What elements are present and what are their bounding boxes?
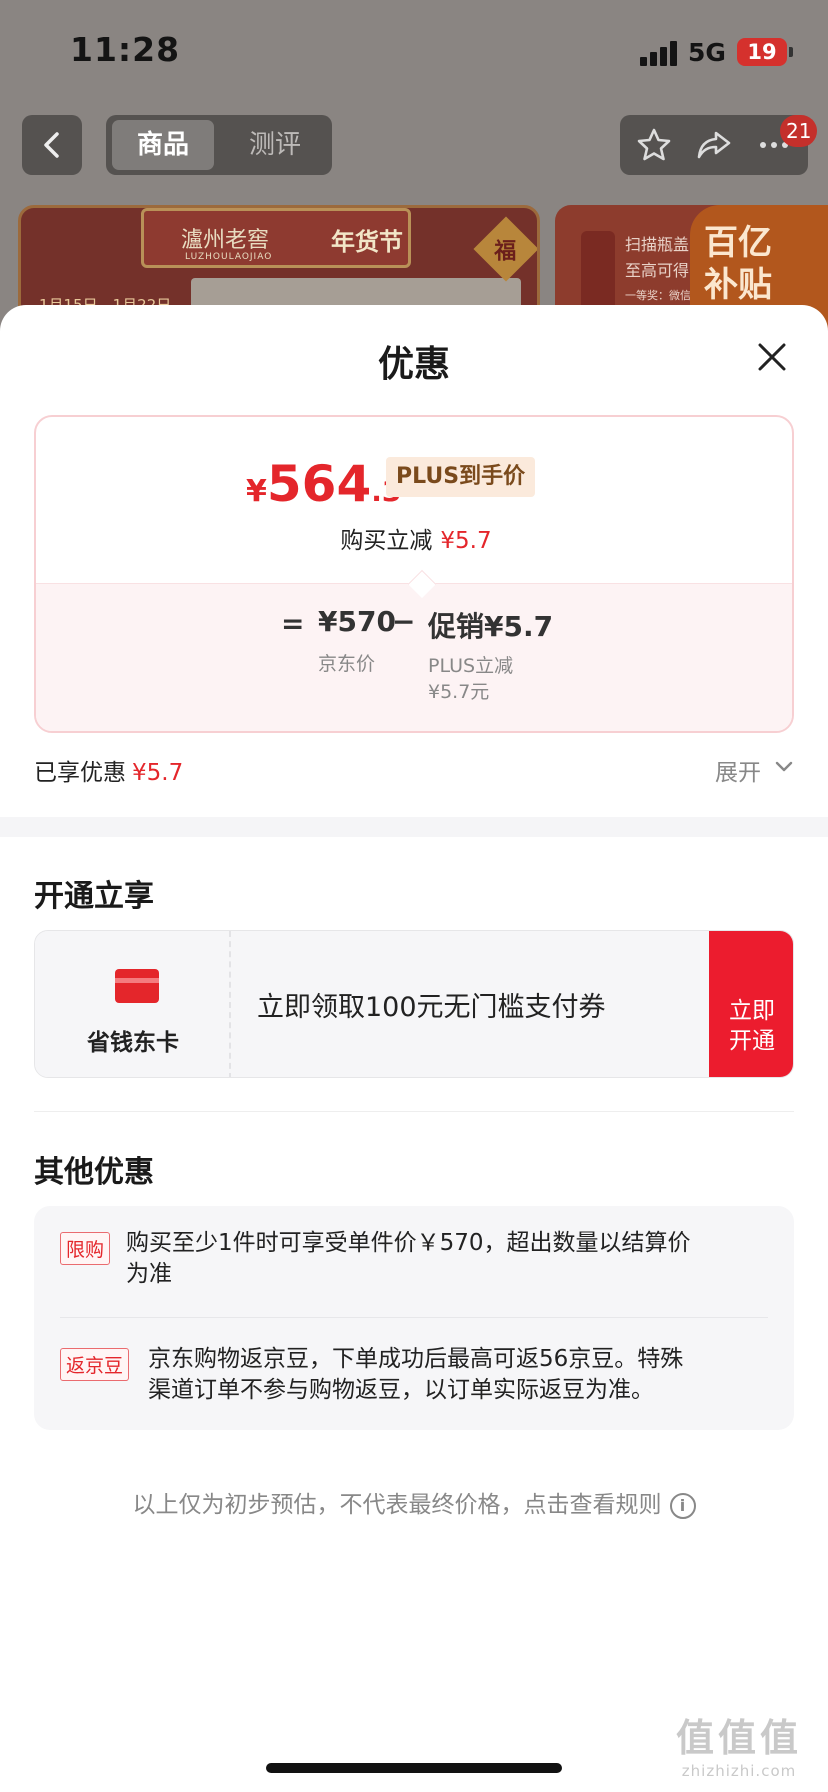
reduce-amount: ¥5.7 <box>440 528 492 554</box>
jd-price-label: 京东价 <box>318 653 376 675</box>
enjoyed-label: 已享优惠 <box>34 760 126 786</box>
rules-note[interactable]: 以上仅为初步预估，不代表最终价格，点击查看规则 i <box>0 1485 828 1519</box>
close-icon[interactable] <box>756 341 788 373</box>
plus-price-tag: PLUS到手价 <box>386 457 536 497</box>
discount-sheet: 优惠 ¥564.3 PLUS到手价 购买立减 ¥5.7 = ¥570 − 促销¥5… <box>0 305 828 1792</box>
banner-brand-sub: LUZHOULAOJIAO <box>185 252 273 262</box>
expand-label: 展开 <box>715 760 761 786</box>
sheet-title: 优惠 <box>377 344 450 385</box>
back-icon <box>44 132 59 158</box>
card-description: 立即领取100元无门槛支付券 <box>257 992 606 1023</box>
watermark: 值值值 zhizhizhi.com <box>676 1707 802 1780</box>
open-now-button[interactable]: 立即 开通 <box>709 931 793 1077</box>
limit-text-line2: 为准 <box>126 1261 172 1287</box>
enjoyed-amount: ¥5.7 <box>132 760 184 786</box>
star-icon[interactable] <box>636 127 672 163</box>
back-button[interactable] <box>22 115 82 175</box>
bean-text-line1: 京东购物返京豆，下单成功后最高可返56京豆。特殊 <box>148 1346 684 1372</box>
plus-reduce-label: PLUS立减 ¥5.7元 <box>428 653 513 705</box>
status-time: 11:28 <box>70 30 181 69</box>
other-section-title: 其他优惠 <box>34 1155 154 1190</box>
action-group <box>620 115 808 175</box>
limit-tag: 限购 <box>60 1232 111 1265</box>
open-section-title: 开通立享 <box>34 879 154 914</box>
network-type: 5G <box>688 38 726 67</box>
bean-tag: 返京豆 <box>60 1348 130 1381</box>
fu-badge: 福 <box>473 216 537 282</box>
banner-right-line2: 至高可得 <box>625 261 690 280</box>
notification-badge: 21 <box>780 115 818 147</box>
card-name: 省钱东卡 <box>87 1030 179 1056</box>
battery-icon: 19 <box>737 38 787 66</box>
fu-text: 福 <box>494 239 517 265</box>
tab-product[interactable]: 商品 <box>112 120 214 170</box>
formula-minus: − <box>392 605 416 638</box>
share-icon[interactable] <box>696 127 732 163</box>
status-bar: 11:28 5G 19 <box>0 0 828 100</box>
plus-reduce-label-1: PLUS立减 <box>428 655 514 677</box>
other-offers-list: 限购 购买至少1件时可享受单件价￥570，超出数量以结算价 为准 返京豆 京东购… <box>34 1206 794 1430</box>
subsidy-line2: 补贴 <box>704 265 772 305</box>
bean-text: 京东购物返京豆，下单成功后最高可返56京豆。特殊 渠道订单不参与购物返豆，以订单… <box>148 1344 683 1406</box>
expand-button[interactable]: 展开 <box>715 753 793 787</box>
enjoyed-discount: 已享优惠 ¥5.7 <box>34 753 183 787</box>
final-price: ¥564.3 <box>246 455 401 513</box>
battery-tip <box>789 47 793 57</box>
reduce-label: 购买立减 <box>340 528 433 554</box>
reduce-line: 购买立减 ¥5.7 <box>36 521 792 555</box>
rules-note-text: 以上仅为初步预估，不代表最终价格，点击查看规则 <box>132 1492 662 1518</box>
promo-amount: 促销¥5.7 <box>428 610 554 643</box>
card-left: 省钱东卡 <box>35 931 231 1077</box>
final-price-int: 564 <box>266 455 372 513</box>
item-separator <box>60 1317 768 1318</box>
watermark-main: 值值值 <box>676 1716 803 1760</box>
membership-card-offer: 省钱东卡 立即领取100元无门槛支付券 立即 开通 <box>34 930 794 1078</box>
banner-festival: 年货节 <box>331 228 403 256</box>
thin-divider <box>34 1111 794 1112</box>
watermark-sub: zhizhizhi.com <box>681 1762 797 1780</box>
plus-reduce-label-2: ¥5.7元 <box>428 681 490 703</box>
banner-brand: 瀘州老窖 <box>181 228 270 253</box>
section-divider <box>0 817 828 837</box>
final-price-yen: ¥ <box>246 474 267 509</box>
limit-text-line1: 购买至少1件时可享受单件价￥570，超出数量以结算价 <box>126 1230 691 1256</box>
price-card: ¥564.3 PLUS到手价 购买立减¥5.7 = ¥570 − 促销¥5.7 … <box>34 415 794 733</box>
chevron-down-icon <box>775 761 793 772</box>
open-now-line1: 立即 <box>729 998 775 1024</box>
tab-switcher: 商品 测评 <box>106 115 332 175</box>
limit-text: 购买至少1件时可享受单件价￥570，超出数量以结算价 为准 <box>126 1228 691 1290</box>
info-icon: i <box>669 1492 696 1519</box>
nav-bar: 商品 测评 21 <box>0 115 828 177</box>
open-now-line2: 开通 <box>729 1028 775 1054</box>
jd-price: ¥570 <box>318 605 396 638</box>
card-icon <box>115 969 159 1003</box>
bean-text-line2: 渠道订单不参与购物返豆，以订单实际返豆为准。 <box>148 1377 654 1403</box>
home-indicator[interactable] <box>266 1763 562 1773</box>
signal-icon <box>640 40 680 66</box>
background-page: 11:28 5G 19 商品 测评 21 瀘州老窖 LUZHOULAOJIAO … <box>0 0 828 330</box>
formula-equals: = <box>281 607 305 640</box>
tab-review[interactable]: 测评 <box>224 120 326 170</box>
